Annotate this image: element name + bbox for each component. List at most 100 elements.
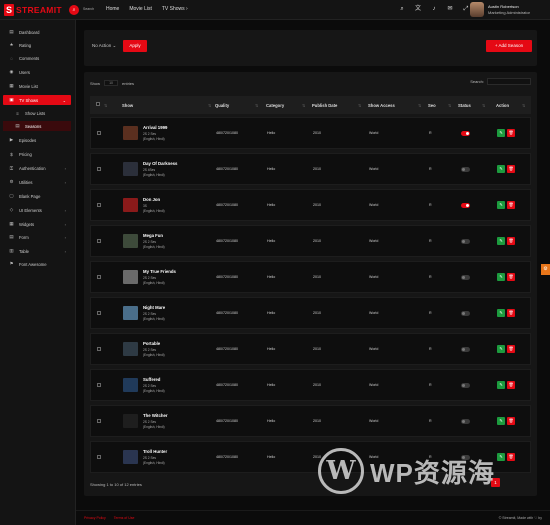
show-title[interactable]: Day Of Darkness: [143, 161, 177, 166]
row-checkbox[interactable]: [97, 203, 101, 207]
show-title[interactable]: Night Mare: [143, 305, 165, 310]
delete-icon[interactable]: 🗑: [507, 165, 515, 173]
sidebar-item-tv-shows[interactable]: ▣ TV Shows ⌄: [3, 95, 71, 105]
delete-icon[interactable]: 🗑: [507, 237, 515, 245]
edit-icon[interactable]: ✎: [497, 453, 505, 461]
sidebar-item-rating[interactable]: ★ Rating: [3, 40, 71, 50]
edit-icon[interactable]: ✎: [497, 273, 505, 281]
status-toggle[interactable]: [461, 203, 470, 208]
sidebar-item-movie-list[interactable]: ▦ Movie List: [3, 81, 71, 91]
sort-icon[interactable]: ⇅: [482, 103, 486, 108]
show-title[interactable]: Mega Fun: [143, 233, 163, 238]
edit-icon[interactable]: ✎: [497, 165, 505, 173]
show-thumbnail[interactable]: [123, 342, 138, 356]
status-toggle[interactable]: [461, 419, 470, 424]
sidebar-item-blank-page[interactable]: ▢ Blank Page: [3, 191, 71, 201]
show-thumbnail[interactable]: [123, 126, 138, 140]
fullscreen-icon[interactable]: ⤢: [462, 5, 470, 14]
sidebar-item-font-awesome[interactable]: ⚑ Font Awesome: [3, 259, 71, 269]
column-header-show[interactable]: Show: [122, 103, 133, 108]
edit-icon[interactable]: ✎: [497, 201, 505, 209]
show-title[interactable]: Arrival 1999: [143, 125, 167, 130]
column-header-publish-date[interactable]: Publish Date: [312, 103, 337, 108]
show-thumbnail[interactable]: [123, 270, 138, 284]
entries-select[interactable]: 10: [104, 80, 119, 86]
status-toggle[interactable]: [461, 239, 470, 244]
sidebar-item-authentication[interactable]: ⚿ Authentication ›: [3, 163, 71, 173]
show-thumbnail[interactable]: [123, 378, 138, 392]
brand-logo[interactable]: S STREAMIT: [4, 4, 62, 16]
column-header-status[interactable]: Status: [458, 103, 471, 108]
sidebar-item-ui-elements[interactable]: ◇ UI Elements ›: [3, 205, 71, 215]
sort-icon[interactable]: ⇅: [358, 103, 362, 108]
show-thumbnail[interactable]: [123, 450, 138, 464]
delete-icon[interactable]: 🗑: [507, 201, 515, 209]
edit-icon[interactable]: ✎: [497, 309, 505, 317]
show-title[interactable]: Portable: [143, 341, 160, 346]
bulk-action-select[interactable]: No Action ⌄: [92, 43, 116, 49]
column-header-category[interactable]: Category: [266, 103, 284, 108]
nav-movie-list[interactable]: Movie List: [129, 5, 152, 14]
show-thumbnail[interactable]: [123, 198, 138, 212]
show-thumbnail[interactable]: [123, 306, 138, 320]
column-header-action[interactable]: Action: [496, 103, 509, 108]
settings-tab-icon[interactable]: ⚙: [541, 264, 550, 275]
sidebar-item-utilities[interactable]: ⚙ Utilities ›: [3, 177, 71, 187]
sidebar-item-show-lists[interactable]: ≡ Show Lists: [3, 108, 71, 118]
sort-icon[interactable]: ⇅: [255, 103, 259, 108]
sidebar-item-episodes[interactable]: ▶ Episodes: [3, 135, 71, 145]
sidebar-item-pricing[interactable]: $ Pricing: [3, 149, 71, 159]
row-checkbox[interactable]: [97, 455, 101, 459]
user-name[interactable]: Austin Robertson: [488, 4, 519, 9]
avatar[interactable]: [470, 2, 484, 17]
show-thumbnail[interactable]: [123, 162, 138, 176]
row-checkbox[interactable]: [97, 419, 101, 423]
sidebar-item-table[interactable]: ▥ Table ›: [3, 246, 71, 256]
search-label[interactable]: Search: [83, 7, 94, 11]
nav-tv-shows[interactable]: TV Shows ›: [162, 5, 188, 14]
notification-icon[interactable]: ♪: [430, 5, 438, 14]
delete-icon[interactable]: 🗑: [507, 453, 515, 461]
column-header-show-access[interactable]: Show Access: [368, 103, 395, 108]
column-header-quality[interactable]: Quality: [215, 103, 229, 108]
edit-icon[interactable]: ✎: [497, 345, 505, 353]
status-toggle[interactable]: [461, 311, 470, 316]
sidebar-item-users[interactable]: ◉ Users: [3, 67, 71, 77]
row-checkbox[interactable]: [97, 239, 101, 243]
sidebar-item-seasons[interactable]: ▤ Seasons: [3, 121, 71, 131]
sort-icon[interactable]: ⇅: [302, 103, 306, 108]
select-all-checkbox[interactable]: [96, 102, 100, 106]
add-season-button[interactable]: + Add Season: [486, 40, 532, 52]
sidebar-item-comments[interactable]: ◌ Comments: [3, 53, 71, 63]
show-thumbnail[interactable]: [123, 414, 138, 428]
show-title[interactable]: Don Jon: [143, 197, 160, 202]
search-input[interactable]: [487, 78, 531, 85]
sort-icon[interactable]: ⇅: [208, 103, 212, 108]
delete-icon[interactable]: 🗑: [507, 417, 515, 425]
row-checkbox[interactable]: [97, 167, 101, 171]
nav-home[interactable]: Home: [106, 5, 119, 14]
sort-icon[interactable]: ⇅: [448, 103, 452, 108]
translate-icon[interactable]: 文: [414, 5, 422, 14]
delete-icon[interactable]: 🗑: [507, 309, 515, 317]
show-thumbnail[interactable]: [123, 234, 138, 248]
search-icon[interactable]: ⌕: [69, 5, 79, 15]
sidebar-item-form[interactable]: ▤ Form ›: [3, 232, 71, 242]
search-icon[interactable]: ⌕: [398, 5, 406, 14]
column-header-seo[interactable]: Seo: [428, 103, 436, 108]
edit-icon[interactable]: ✎: [497, 129, 505, 137]
edit-icon[interactable]: ✎: [497, 237, 505, 245]
status-toggle[interactable]: [461, 383, 470, 388]
delete-icon[interactable]: 🗑: [507, 129, 515, 137]
terms-link[interactable]: Terms of Use: [114, 516, 135, 520]
status-toggle[interactable]: [461, 167, 470, 172]
sort-icon[interactable]: ⇅: [522, 103, 526, 108]
sidebar-item-widgets[interactable]: ▦ Widgets ›: [3, 219, 71, 229]
apply-button[interactable]: Apply: [123, 40, 147, 52]
row-checkbox[interactable]: [97, 383, 101, 387]
status-toggle[interactable]: [461, 347, 470, 352]
show-title[interactable]: Suffered: [143, 377, 160, 382]
delete-icon[interactable]: 🗑: [507, 345, 515, 353]
show-title[interactable]: Troll Hunter: [143, 449, 167, 454]
row-checkbox[interactable]: [97, 275, 101, 279]
